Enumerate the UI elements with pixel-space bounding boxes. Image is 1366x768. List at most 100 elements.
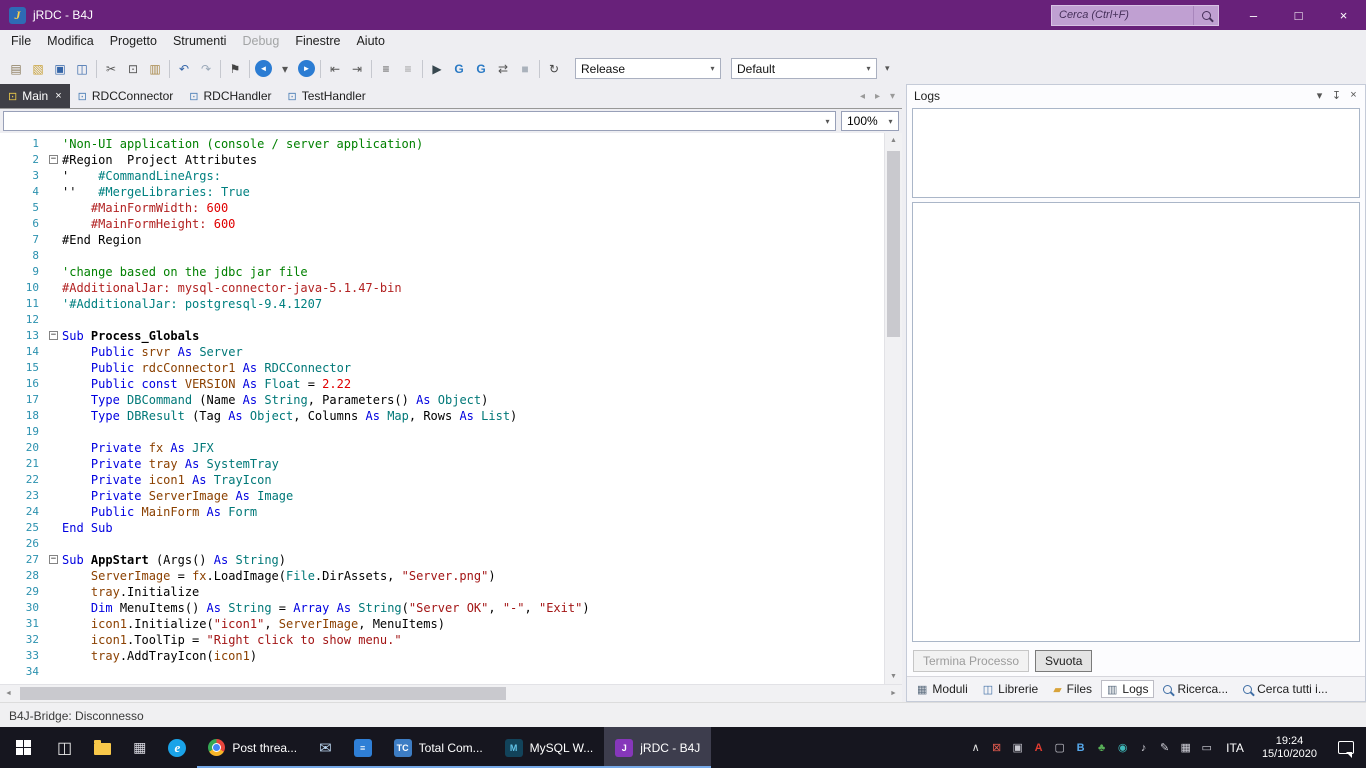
undo-icon[interactable]: ↶: [174, 59, 194, 79]
save-all-icon[interactable]: ◫: [72, 59, 92, 79]
cut-icon[interactable]: ✂: [101, 59, 121, 79]
menu-strumenti[interactable]: Strumenti: [165, 30, 235, 53]
start-button[interactable]: [0, 727, 46, 768]
task-view-button[interactable]: ◫: [46, 727, 83, 768]
uncomment-icon[interactable]: ≡: [398, 59, 418, 79]
logs-output-box[interactable]: [912, 202, 1360, 642]
horizontal-scroll-track[interactable]: [17, 685, 885, 702]
totalcmd-window-button[interactable]: TC Total Com...: [382, 727, 494, 768]
code-text[interactable]: Public MainForm As Form: [62, 504, 884, 520]
action-center-button[interactable]: [1326, 741, 1366, 758]
code-text[interactable]: 'Non-UI application (console / server ap…: [62, 136, 884, 152]
scroll-tabs-left-icon[interactable]: ◂: [855, 91, 870, 102]
titlebar-search-input[interactable]: Cerca (Ctrl+F): [1051, 4, 1219, 26]
close-panel-icon[interactable]: ×: [1345, 89, 1362, 102]
tab-main[interactable]: ⊡ Main ×: [0, 84, 70, 108]
zoom-select[interactable]: 100% ▾: [841, 111, 899, 131]
tab-list-icon[interactable]: ▾: [885, 91, 900, 102]
bookmark-icon[interactable]: ⚑: [225, 59, 245, 79]
chrome-window-button[interactable]: Post threa...: [197, 727, 308, 768]
tab-files[interactable]: ▰ Files: [1047, 680, 1098, 698]
tray-sync-icon[interactable]: ◉: [1112, 741, 1133, 754]
new-module-icon[interactable]: ▤: [6, 59, 26, 79]
code-text[interactable]: #AdditionalJar: mysql-connector-java-5.1…: [62, 280, 884, 296]
code-text[interactable]: Private fx As JFX: [62, 440, 884, 456]
tray-vpn-icon[interactable]: ♣: [1091, 742, 1112, 754]
menu-file[interactable]: File: [3, 30, 39, 53]
close-tab-icon[interactable]: ×: [55, 90, 61, 102]
scroll-left-icon[interactable]: ◄: [0, 685, 17, 702]
scroll-up-icon[interactable]: ▲: [885, 133, 902, 148]
code-text[interactable]: #MainFormHeight: 600: [62, 216, 884, 232]
code-text[interactable]: Public const VERSION As Float = 2.22: [62, 376, 884, 392]
tab-moduli[interactable]: ▦ Moduli: [911, 680, 974, 698]
code-text[interactable]: Private icon1 As TrayIcon: [62, 472, 884, 488]
tray-volume-icon[interactable]: ♪: [1133, 742, 1154, 754]
menu-finestre[interactable]: Finestre: [287, 30, 348, 53]
tray-capture-icon[interactable]: ▣: [1007, 741, 1028, 754]
b4j-window-button[interactable]: JjRDC - B4J: [604, 727, 712, 768]
menu-aiuto[interactable]: Aiuto: [348, 30, 393, 53]
hidden-icons-chevron[interactable]: ∧: [965, 741, 986, 754]
code-text[interactable]: #End Region: [62, 232, 884, 248]
code-text[interactable]: icon1.Initialize("icon1", ServerImage, M…: [62, 616, 884, 632]
tray-keyboard-icon[interactable]: ▦: [1175, 741, 1196, 754]
code-text[interactable]: Sub Process_Globals: [62, 328, 884, 344]
tab-testhandler[interactable]: ⊡ TestHandler: [280, 84, 374, 108]
fold-collapse-icon[interactable]: −: [49, 331, 58, 340]
copy-icon[interactable]: ⊡: [123, 59, 143, 79]
rebuild-icon[interactable]: ↻: [544, 59, 564, 79]
horizontal-scroll-thumb[interactable]: [20, 687, 507, 700]
vertical-scroll-thumb[interactable]: [887, 151, 900, 337]
switch-config-icon[interactable]: ⇄: [493, 59, 513, 79]
document-window-button[interactable]: ≡: [342, 727, 383, 768]
build-config-select[interactable]: Release ▾: [575, 58, 721, 79]
compile-icon[interactable]: G: [449, 59, 469, 79]
file-explorer-button[interactable]: [83, 727, 122, 768]
code-text[interactable]: #Region Project Attributes: [62, 152, 884, 168]
tray-monitor-icon[interactable]: ▭: [1196, 741, 1217, 754]
code-text[interactable]: Private ServerImage As Image: [62, 488, 884, 504]
menu-progetto[interactable]: Progetto: [102, 30, 165, 53]
code-text[interactable]: 'change based on the jdbc jar file: [62, 264, 884, 280]
code-text[interactable]: End Sub: [62, 520, 884, 536]
maximize-button[interactable]: □: [1276, 0, 1321, 30]
horizontal-scrollbar[interactable]: ◄ ►: [0, 684, 902, 702]
tray-mail-icon[interactable]: ⊠: [986, 741, 1007, 754]
edge-button[interactable]: e: [157, 727, 197, 768]
tray-pen-icon[interactable]: ✎: [1154, 741, 1175, 754]
code-text[interactable]: ' #CommandLineArgs:: [62, 168, 884, 184]
language-indicator[interactable]: ITA: [1217, 741, 1253, 755]
code-text[interactable]: icon1.ToolTip = "Right click to show men…: [62, 632, 884, 648]
logs-filter-box[interactable]: [912, 108, 1360, 198]
run-icon[interactable]: ▶: [427, 59, 447, 79]
tab-rdchandler[interactable]: ⊡ RDCHandler: [181, 84, 279, 108]
toolbar-overflow-icon[interactable]: ▾: [885, 63, 890, 74]
code-text[interactable]: #MainFormWidth: 600: [62, 200, 884, 216]
tab-librerie[interactable]: ◫ Librerie: [977, 680, 1044, 698]
stop-icon[interactable]: ■: [515, 59, 535, 79]
fold-collapse-icon[interactable]: −: [49, 155, 58, 164]
code-text[interactable]: [62, 424, 884, 440]
code-text[interactable]: Sub AppStart (Args() As String): [62, 552, 884, 568]
code-text[interactable]: Type DBResult (Tag As Object, Columns As…: [62, 408, 884, 424]
minimize-button[interactable]: –: [1231, 0, 1276, 30]
fold-collapse-icon[interactable]: −: [49, 555, 58, 564]
indent-icon[interactable]: ⇥: [347, 59, 367, 79]
code-text[interactable]: Type DBCommand (Name As String, Paramete…: [62, 392, 884, 408]
window-position-icon[interactable]: ▾: [1311, 89, 1328, 102]
mail-window-button[interactable]: ✉: [308, 727, 343, 768]
vertical-scrollbar[interactable]: ▲ ▼: [884, 133, 902, 684]
outdent-icon[interactable]: ⇤: [325, 59, 345, 79]
code-text[interactable]: [62, 536, 884, 552]
tray-antivirus-icon[interactable]: A: [1028, 742, 1049, 754]
terminate-process-button[interactable]: Termina Processo: [913, 650, 1030, 672]
menu-modifica[interactable]: Modifica: [39, 30, 102, 53]
scroll-right-icon[interactable]: ►: [885, 685, 902, 702]
comment-icon[interactable]: ≡: [376, 59, 396, 79]
search-icon[interactable]: [1193, 5, 1218, 25]
mysql-window-button[interactable]: M MySQL W...: [493, 727, 605, 768]
code-text[interactable]: Public rdcConnector1 As RDCConnector: [62, 360, 884, 376]
tab-cerca-tutti[interactable]: Cerca tutti i...: [1237, 680, 1334, 698]
save-icon[interactable]: ▣: [50, 59, 70, 79]
